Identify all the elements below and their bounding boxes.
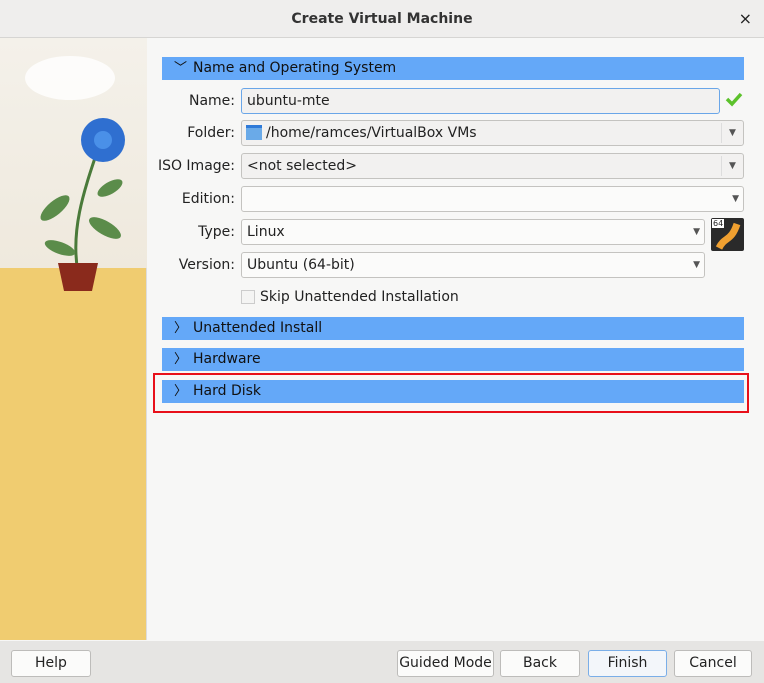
window-title: Create Virtual Machine xyxy=(291,11,473,27)
folder-icon xyxy=(246,125,262,140)
section-unattended-install[interactable]: 〉 Unattended Install xyxy=(162,317,744,340)
type-label: Type: xyxy=(198,224,235,240)
cancel-button[interactable]: Cancel xyxy=(674,650,752,677)
os-64bit-badge: 64 xyxy=(712,219,725,228)
version-select[interactable]: Ubuntu (64-bit) ▼ xyxy=(241,252,705,278)
valid-check-icon xyxy=(725,92,743,107)
flower-pot-illustration xyxy=(25,56,125,291)
help-button[interactable]: Help xyxy=(11,650,91,677)
version-label: Version: xyxy=(178,257,235,273)
finish-button[interactable]: Finish xyxy=(588,650,667,677)
name-input[interactable]: ubuntu-mte xyxy=(241,88,720,114)
section-hardware[interactable]: 〉 Hardware xyxy=(162,348,744,371)
chevron-right-icon: 〉 xyxy=(174,321,188,336)
guided-mode-button[interactable]: Guided Mode xyxy=(397,650,494,677)
dropdown-arrow-icon: ▼ xyxy=(721,156,743,176)
type-select[interactable]: Linux ▼ xyxy=(241,219,705,245)
back-button[interactable]: Back xyxy=(500,650,580,677)
section-name-and-os[interactable]: ﹀ Name and Operating System xyxy=(162,57,744,80)
dropdown-arrow-icon: ▼ xyxy=(693,227,700,237)
highlight-box xyxy=(153,373,749,413)
wizard-illustration xyxy=(0,38,147,640)
dropdown-arrow-icon: ▼ xyxy=(721,123,743,143)
edition-label: Edition: xyxy=(181,191,235,207)
iso-image-select[interactable]: <not selected> ▼ xyxy=(241,153,744,179)
title-bar: Create Virtual Machine xyxy=(0,0,764,38)
dropdown-arrow-icon: ▼ xyxy=(732,194,739,204)
iso-label: ISO Image: xyxy=(157,158,235,174)
folder-label: Folder: xyxy=(187,125,235,141)
linux-os-icon: 64 xyxy=(711,218,744,251)
chevron-right-icon: 〉 xyxy=(174,352,188,367)
skip-unattended-label[interactable]: Skip Unattended Installation xyxy=(260,289,459,305)
dropdown-arrow-icon: ▼ xyxy=(693,260,700,270)
edition-select[interactable]: ▼ xyxy=(241,186,744,212)
name-label: Name: xyxy=(188,93,235,109)
close-icon[interactable]: × xyxy=(739,0,752,38)
folder-select[interactable]: /home/ramces/VirtualBox VMs ▼ xyxy=(241,120,744,146)
chevron-down-icon: ﹀ xyxy=(174,61,188,76)
skip-unattended-checkbox[interactable] xyxy=(241,290,255,304)
